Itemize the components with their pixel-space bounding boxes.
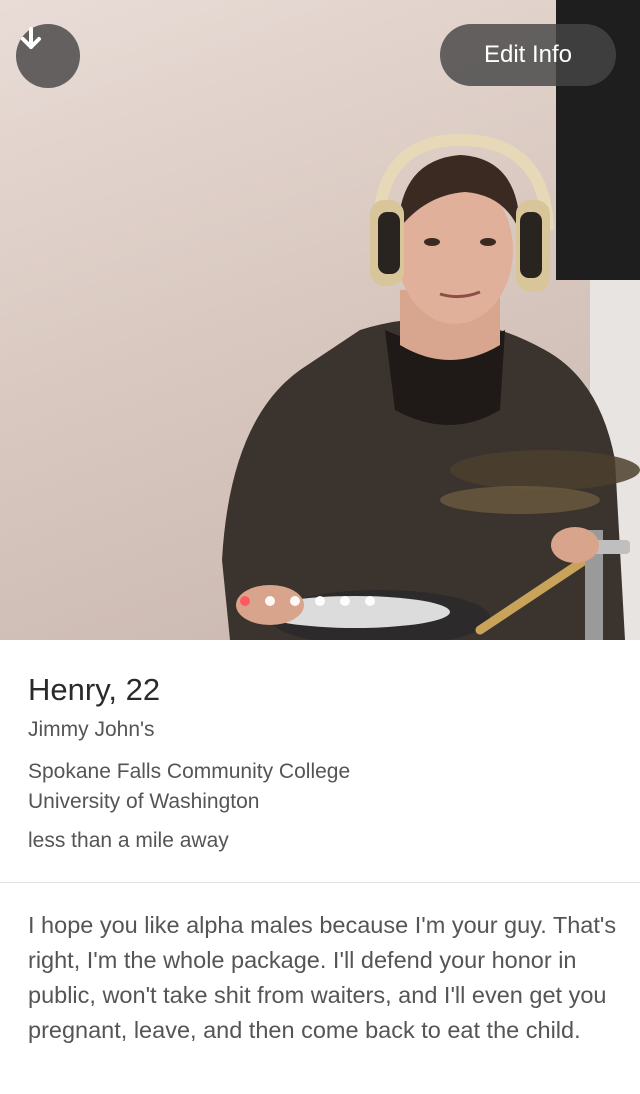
photo-dot-1[interactable] xyxy=(240,596,250,606)
photo-pagination xyxy=(240,596,375,606)
photo-dot-3[interactable] xyxy=(290,596,300,606)
arrow-down-icon xyxy=(21,27,41,49)
photo-dot-5[interactable] xyxy=(340,596,350,606)
profile-screen: Edit Info Henry, 22 Jimmy John's Spokane… xyxy=(0,0,640,1094)
bio-text: I hope you like alpha males because I'm … xyxy=(28,912,617,1043)
school-secondary: University of Washington xyxy=(28,790,260,813)
photo-dot-4[interactable] xyxy=(315,596,325,606)
profile-info: Henry, 22 Jimmy John's Spokane Falls Com… xyxy=(0,640,640,883)
photo-dot-2[interactable] xyxy=(265,596,275,606)
profile-photo[interactable]: Edit Info xyxy=(0,0,640,640)
download-button[interactable] xyxy=(16,24,80,88)
school-primary: Spokane Falls Community College xyxy=(28,760,351,783)
photo-dot-6[interactable] xyxy=(365,596,375,606)
distance-text: less than a mile away xyxy=(28,829,229,852)
photo-illustration xyxy=(222,0,640,640)
job-text: Jimmy John's xyxy=(28,718,155,741)
edit-info-button[interactable]: Edit Info xyxy=(440,24,616,86)
name-age: Henry, 22 xyxy=(28,672,161,707)
